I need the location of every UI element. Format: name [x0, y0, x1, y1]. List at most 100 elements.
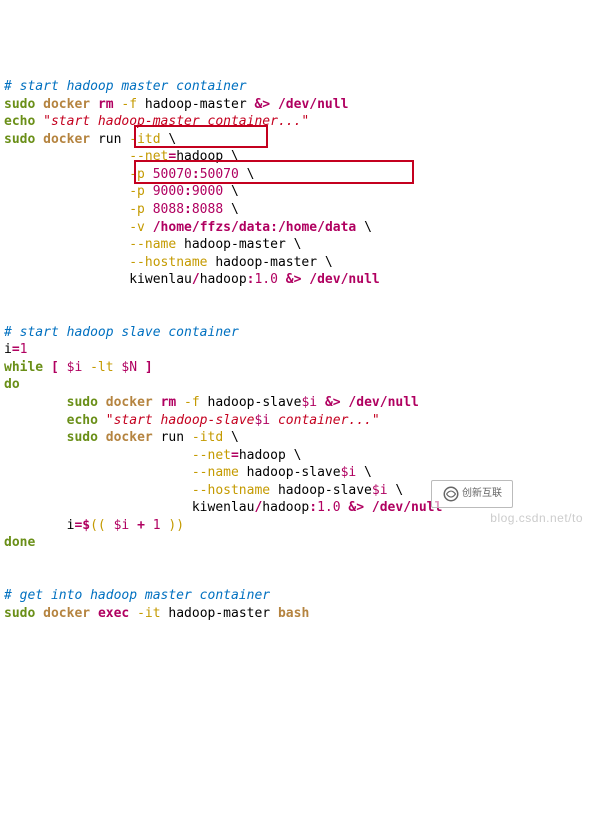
- kw-echo: echo: [4, 114, 35, 129]
- bs: \: [395, 483, 403, 498]
- slash: /: [380, 395, 388, 410]
- tok-rm: rm: [161, 395, 177, 410]
- bs: \: [231, 430, 239, 445]
- path: dev: [380, 500, 403, 515]
- flag-p: -p: [129, 202, 145, 217]
- img: hadoop: [262, 500, 309, 515]
- arg: hadoop-master: [168, 606, 270, 621]
- var: $i: [67, 360, 83, 375]
- num: 1: [20, 342, 28, 357]
- flag-net: --net: [129, 149, 168, 164]
- string: "start hadoop-master container...": [43, 114, 309, 129]
- kw-echo: echo: [67, 413, 98, 428]
- op: &>: [348, 500, 364, 515]
- tok-rm: rm: [98, 97, 114, 112]
- tok-run: run: [98, 132, 121, 147]
- bs: \: [294, 448, 302, 463]
- watermark-logo: 创新互联: [431, 480, 513, 508]
- flag-hostname: --hostname: [192, 483, 270, 498]
- cmd-docker: docker: [106, 395, 153, 410]
- comment: # start hadoop master container: [4, 79, 247, 94]
- watermark-text: blog.csdn.net/to: [490, 510, 583, 526]
- flag-name: --name: [129, 237, 176, 252]
- flag-itd: -itd: [192, 430, 223, 445]
- slash: /: [372, 500, 380, 515]
- var: i: [4, 342, 12, 357]
- path: null: [317, 97, 348, 112]
- slash: /: [317, 220, 325, 235]
- colon: :: [184, 184, 192, 199]
- op-lt: -lt: [90, 360, 113, 375]
- var: $N: [121, 360, 137, 375]
- logo-icon: [442, 485, 460, 503]
- flag-net: --net: [192, 448, 231, 463]
- path: dev: [317, 272, 340, 287]
- kw-sudo: sudo: [4, 97, 35, 112]
- arg: hadoop-master: [145, 97, 247, 112]
- num: 1: [153, 518, 161, 533]
- var: $i: [114, 518, 130, 533]
- flag-name: --name: [192, 465, 239, 480]
- flag-p: -p: [129, 184, 145, 199]
- port: 8088: [153, 202, 184, 217]
- port: 50070: [153, 167, 192, 182]
- plus: +: [137, 518, 145, 533]
- kw-sudo: sudo: [67, 395, 98, 410]
- img: kiwenlau: [192, 500, 255, 515]
- img: kiwenlau: [129, 272, 192, 287]
- bs: \: [168, 132, 176, 147]
- colon: :: [184, 202, 192, 217]
- ver: 1.0: [317, 500, 340, 515]
- string: container...": [270, 413, 380, 428]
- rb: ]: [145, 360, 153, 375]
- kw-sudo: sudo: [4, 132, 35, 147]
- lb: [: [51, 360, 59, 375]
- tok-exec: exec: [98, 606, 129, 621]
- slash: /: [192, 220, 200, 235]
- colon: :: [270, 220, 278, 235]
- colon: :: [192, 167, 200, 182]
- path: ffzs: [200, 220, 231, 235]
- eq: =: [231, 448, 239, 463]
- slash: /: [192, 272, 200, 287]
- path: dev: [286, 97, 309, 112]
- port: 8088: [192, 202, 223, 217]
- path: null: [348, 272, 379, 287]
- flag-p: -p: [129, 167, 145, 182]
- bs: \: [247, 167, 255, 182]
- slash: /: [278, 220, 286, 235]
- slash: /: [153, 220, 161, 235]
- slash: /: [403, 500, 411, 515]
- slash: /: [278, 97, 286, 112]
- bs: \: [364, 220, 372, 235]
- ver: 1.0: [254, 272, 277, 287]
- path: home: [286, 220, 317, 235]
- eq: =: [12, 342, 20, 357]
- comment: # get into hadoop master container: [4, 588, 270, 603]
- val: hadoop-slave: [247, 465, 341, 480]
- assign: =$: [74, 518, 90, 533]
- slash: /: [231, 220, 239, 235]
- var: $i: [372, 483, 388, 498]
- val: hadoop: [239, 448, 286, 463]
- var: $i: [301, 395, 317, 410]
- cmd-bash: bash: [278, 606, 309, 621]
- bs: \: [325, 255, 333, 270]
- path: null: [388, 395, 419, 410]
- bs: \: [364, 465, 372, 480]
- kw-while: while: [4, 360, 43, 375]
- cmd-docker: docker: [43, 132, 90, 147]
- port: 9000: [192, 184, 223, 199]
- slash: /: [309, 97, 317, 112]
- flag-v: -v: [129, 220, 145, 235]
- kw-sudo: sudo: [4, 606, 35, 621]
- bs: \: [231, 184, 239, 199]
- flag-hostname: --hostname: [129, 255, 207, 270]
- bs: \: [294, 237, 302, 252]
- dlp: ((: [90, 518, 106, 533]
- bs: \: [231, 149, 239, 164]
- kw-do: do: [4, 377, 20, 392]
- path: home: [161, 220, 192, 235]
- tok-run: run: [161, 430, 184, 445]
- cmd-docker: docker: [43, 606, 90, 621]
